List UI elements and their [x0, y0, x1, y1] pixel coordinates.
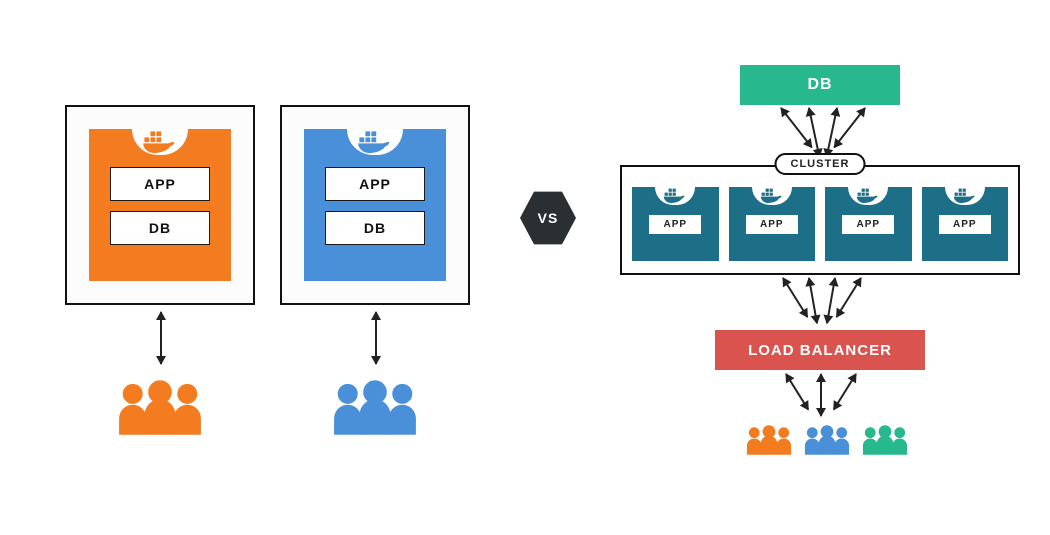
docker-whale-icon — [347, 129, 403, 155]
cluster-app-container: APP — [632, 187, 719, 261]
blue-container: APP DB — [304, 129, 446, 281]
docker-whale-icon — [945, 187, 985, 205]
app-label: APP — [746, 215, 798, 234]
blue-setup-panel: APP DB — [280, 105, 470, 305]
db-box: DB — [740, 65, 900, 105]
app-label: APP — [842, 215, 894, 234]
cluster-panel: CLUSTER APP APP APP APP — [620, 165, 1020, 275]
cluster-label: CLUSTER — [775, 153, 866, 175]
double-arrow-icon — [375, 312, 377, 364]
load-balancer-label: LOAD BALANCER — [748, 342, 892, 359]
db-label: DB — [325, 211, 425, 245]
docker-whale-icon — [655, 187, 695, 205]
app-label: APP — [649, 215, 701, 234]
cluster-row: APP APP APP APP — [632, 187, 1008, 261]
orange-container: APP DB — [89, 129, 231, 281]
db-label: DB — [110, 211, 210, 245]
cluster-app-container: APP — [729, 187, 816, 261]
users-group-icon — [742, 425, 796, 455]
double-arrow-icon — [160, 312, 162, 364]
load-balancer-box: LOAD BALANCER — [715, 330, 925, 370]
cluster-app-container: APP — [825, 187, 912, 261]
docker-whale-icon — [752, 187, 792, 205]
db-label: DB — [807, 76, 832, 94]
orange-setup-panel: APP DB — [65, 105, 255, 305]
app-label: APP — [939, 215, 991, 234]
vs-label: VS — [538, 210, 559, 226]
users-group-icon — [110, 380, 210, 435]
users-group-icon — [325, 380, 425, 435]
users-group-icon — [800, 425, 854, 455]
cluster-app-container: APP — [922, 187, 1009, 261]
app-label: APP — [325, 167, 425, 201]
double-arrow-icon — [785, 373, 809, 410]
double-arrow-icon — [836, 277, 862, 317]
docker-whale-icon — [132, 129, 188, 155]
vs-badge: VS — [520, 190, 576, 246]
docker-whale-icon — [848, 187, 888, 205]
double-arrow-icon — [833, 373, 857, 410]
double-arrow-icon — [820, 374, 822, 416]
app-label: APP — [110, 167, 210, 201]
users-group-icon — [858, 425, 912, 455]
